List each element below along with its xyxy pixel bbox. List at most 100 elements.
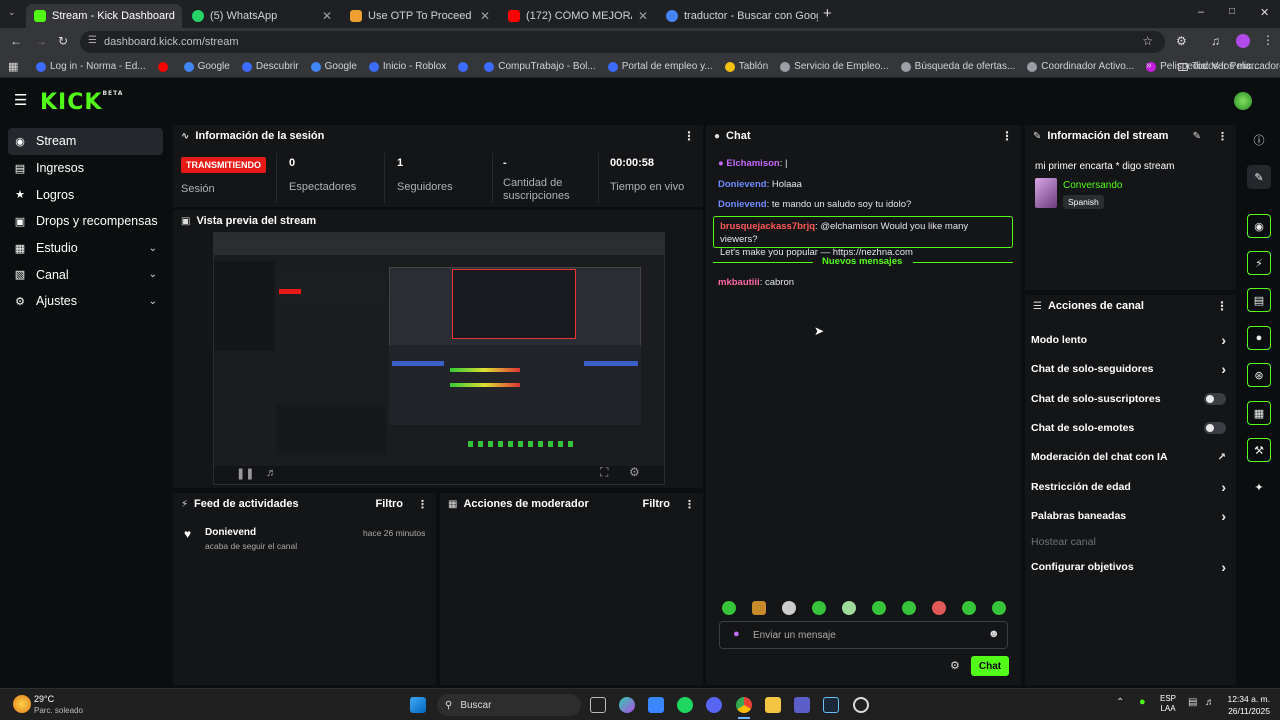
close-tab-icon[interactable]: ✕ (181, 9, 182, 23)
start-button-icon[interactable] (410, 697, 426, 713)
pause-icon[interactable]: ❚❚ (236, 467, 254, 480)
tab-search-icon[interactable]: ⌄ (8, 7, 16, 18)
clock-time[interactable]: 12:34 a. m. (1227, 694, 1270, 704)
banned-words-row[interactable]: Palabras baneadas › (1031, 506, 1226, 526)
task-view-icon[interactable] (590, 697, 606, 713)
steam-icon[interactable] (823, 697, 839, 713)
close-tab-icon[interactable]: ✕ (480, 9, 490, 23)
bookmark-item[interactable]: CompuTrabajo - Bol... (484, 61, 596, 72)
chat-settings-icon[interactable]: ⚙ (950, 659, 960, 672)
spotify-icon[interactable] (677, 697, 693, 713)
mic-tray-icon[interactable]: ● (1139, 696, 1146, 708)
tab-google[interactable]: traductor - Buscar con Google ✕ (658, 4, 818, 28)
panel-menu-icon[interactable]: ⋮ (683, 129, 695, 143)
clock-date[interactable]: 26/11/2025 (1228, 706, 1270, 716)
panel-menu-icon[interactable]: ⋮ (417, 498, 428, 511)
followers-only-row[interactable]: Chat de solo-seguidores › (1031, 359, 1226, 379)
emote-icon[interactable] (992, 601, 1006, 615)
sidebar-item-estudio[interactable]: ▦ Estudio ⌄ (8, 235, 163, 262)
language-indicator[interactable]: ESP LAA (1160, 694, 1176, 714)
obs-icon[interactable] (853, 697, 869, 713)
mute-icon[interactable]: ♬ (266, 467, 277, 479)
close-tab-icon[interactable]: ✕ (322, 9, 332, 23)
category-thumbnail[interactable] (1035, 178, 1057, 208)
stream-widget-icon[interactable]: ◉ (1247, 214, 1271, 238)
chat-username[interactable]: Donievend (718, 179, 767, 190)
panel-menu-icon[interactable]: ⋮ (684, 498, 695, 511)
emote-icon[interactable] (722, 601, 736, 615)
tab-kick-dashboard[interactable]: Stream - Kick Dashboard ✕ (26, 4, 182, 28)
media-icon[interactable]: ♫ (1211, 34, 1220, 48)
bookmark-item[interactable]: Google (310, 61, 357, 72)
chat-widget-icon[interactable]: ● (1247, 326, 1271, 350)
hamburger-menu-icon[interactable]: ☰ (14, 91, 27, 109)
store-icon[interactable] (648, 697, 664, 713)
ai-moderation-row[interactable]: Moderación del chat con IA ↗ (1031, 447, 1226, 467)
mod-filter-button[interactable]: Filtro (643, 498, 671, 510)
activity-filter-button[interactable]: Filtro (376, 498, 404, 510)
bookmark-item[interactable]: Inicio - Roblox (368, 61, 446, 72)
kick-logo[interactable]: KICKBETA (40, 90, 123, 115)
forward-icon[interactable]: → (35, 34, 47, 48)
bookmarks-more-button[interactable]: » (1146, 60, 1152, 71)
category-name[interactable]: Conversando (1063, 180, 1122, 191)
bolt-widget-icon[interactable]: ⚡ (1247, 251, 1271, 275)
emote-icon[interactable] (962, 601, 976, 615)
help-icon[interactable]: ⓘ (1247, 128, 1271, 152)
panel-menu-icon[interactable]: ⋮ (1217, 130, 1228, 143)
panel-menu-icon[interactable]: ⋮ (1001, 129, 1013, 143)
emote-icon[interactable] (932, 601, 946, 615)
emote-icon[interactable] (782, 601, 796, 615)
bookmark-item[interactable]: Portal de empleo y... (607, 61, 713, 72)
panel-menu-icon[interactable]: ⋮ (1216, 299, 1228, 313)
new-tab-button[interactable]: + (823, 5, 832, 22)
teams-icon[interactable] (794, 697, 810, 713)
site-info-icon[interactable]: ☰ (88, 35, 97, 46)
bookmark-item[interactable]: Descubrir (241, 61, 299, 72)
chat-username[interactable]: mkbautiii (718, 277, 760, 288)
sidebar-item-ajustes[interactable]: ⚙ Ajustes ⌄ (8, 288, 163, 315)
sidebar-item-ingresos[interactable]: ▤ Ingresos (8, 155, 163, 182)
chat-username[interactable]: Elchamison (726, 158, 779, 169)
tray-chevron-icon[interactable]: ⌃ (1116, 697, 1124, 708)
info-widget-icon[interactable]: ▤ (1247, 288, 1271, 312)
bookmark-item[interactable] (458, 61, 472, 72)
file-explorer-icon[interactable] (765, 697, 781, 713)
emote-icon[interactable] (812, 601, 826, 615)
mod-widget-icon[interactable]: ▦ (1247, 401, 1271, 425)
apps-widget-icon[interactable]: ✦ (1247, 475, 1271, 499)
reload-icon[interactable]: ↻ (58, 34, 68, 48)
volume-icon[interactable]: ♬ (1205, 697, 1215, 708)
maximize-window-icon[interactable]: □ (1229, 6, 1235, 17)
age-restriction-row[interactable]: Restricción de edad › (1031, 477, 1226, 497)
chrome-icon[interactable] (736, 697, 752, 713)
extensions-icon[interactable]: ⚙ (1176, 34, 1187, 48)
bookmark-item[interactable] (157, 61, 172, 72)
configure-goals-row[interactable]: Configurar objetivos › (1031, 557, 1226, 577)
broadcast-widget-icon[interactable]: ⊛ (1247, 363, 1271, 387)
discord-icon[interactable] (706, 697, 722, 713)
bookmark-item[interactable]: Tablón (724, 61, 768, 72)
emote-icon[interactable] (752, 601, 766, 615)
weather-icon[interactable] (13, 695, 31, 713)
sidebar-item-canal[interactable]: ▧ Canal ⌄ (8, 261, 163, 288)
sidebar-item-stream[interactable]: ◉ Stream (8, 128, 163, 155)
bookmark-item[interactable]: Google (183, 61, 230, 72)
chat-username[interactable]: brusquejackass7brjq (720, 221, 815, 232)
subscribers-only-toggle[interactable] (1204, 393, 1226, 405)
tab-youtube[interactable]: (172) CÓMO MEJORAR EL AUDIO ✕ (500, 4, 656, 28)
bookmark-item[interactable]: Servicio de Empleo... (780, 61, 889, 72)
url-field[interactable]: ☰ dashboard.kick.com/stream ☆ (80, 31, 1165, 53)
emotes-only-toggle[interactable] (1204, 422, 1226, 434)
bookmark-item[interactable]: Coordinador Activo... (1027, 61, 1134, 72)
copilot-icon[interactable] (619, 697, 635, 713)
user-avatar[interactable] (1234, 92, 1252, 110)
all-bookmarks-folder[interactable]: Todos los marcadores (1178, 61, 1280, 72)
slow-mode-row[interactable]: Modo lento › (1031, 330, 1226, 350)
bookmark-star-icon[interactable]: ☆ (1142, 34, 1153, 48)
profile-avatar[interactable] (1236, 34, 1250, 48)
sidebar-item-logros[interactable]: ★ Logros (8, 181, 163, 208)
emote-icon[interactable] (842, 601, 856, 615)
edit-icon[interactable]: ✎ (1193, 131, 1201, 142)
close-window-icon[interactable]: ✕ (1260, 6, 1269, 19)
